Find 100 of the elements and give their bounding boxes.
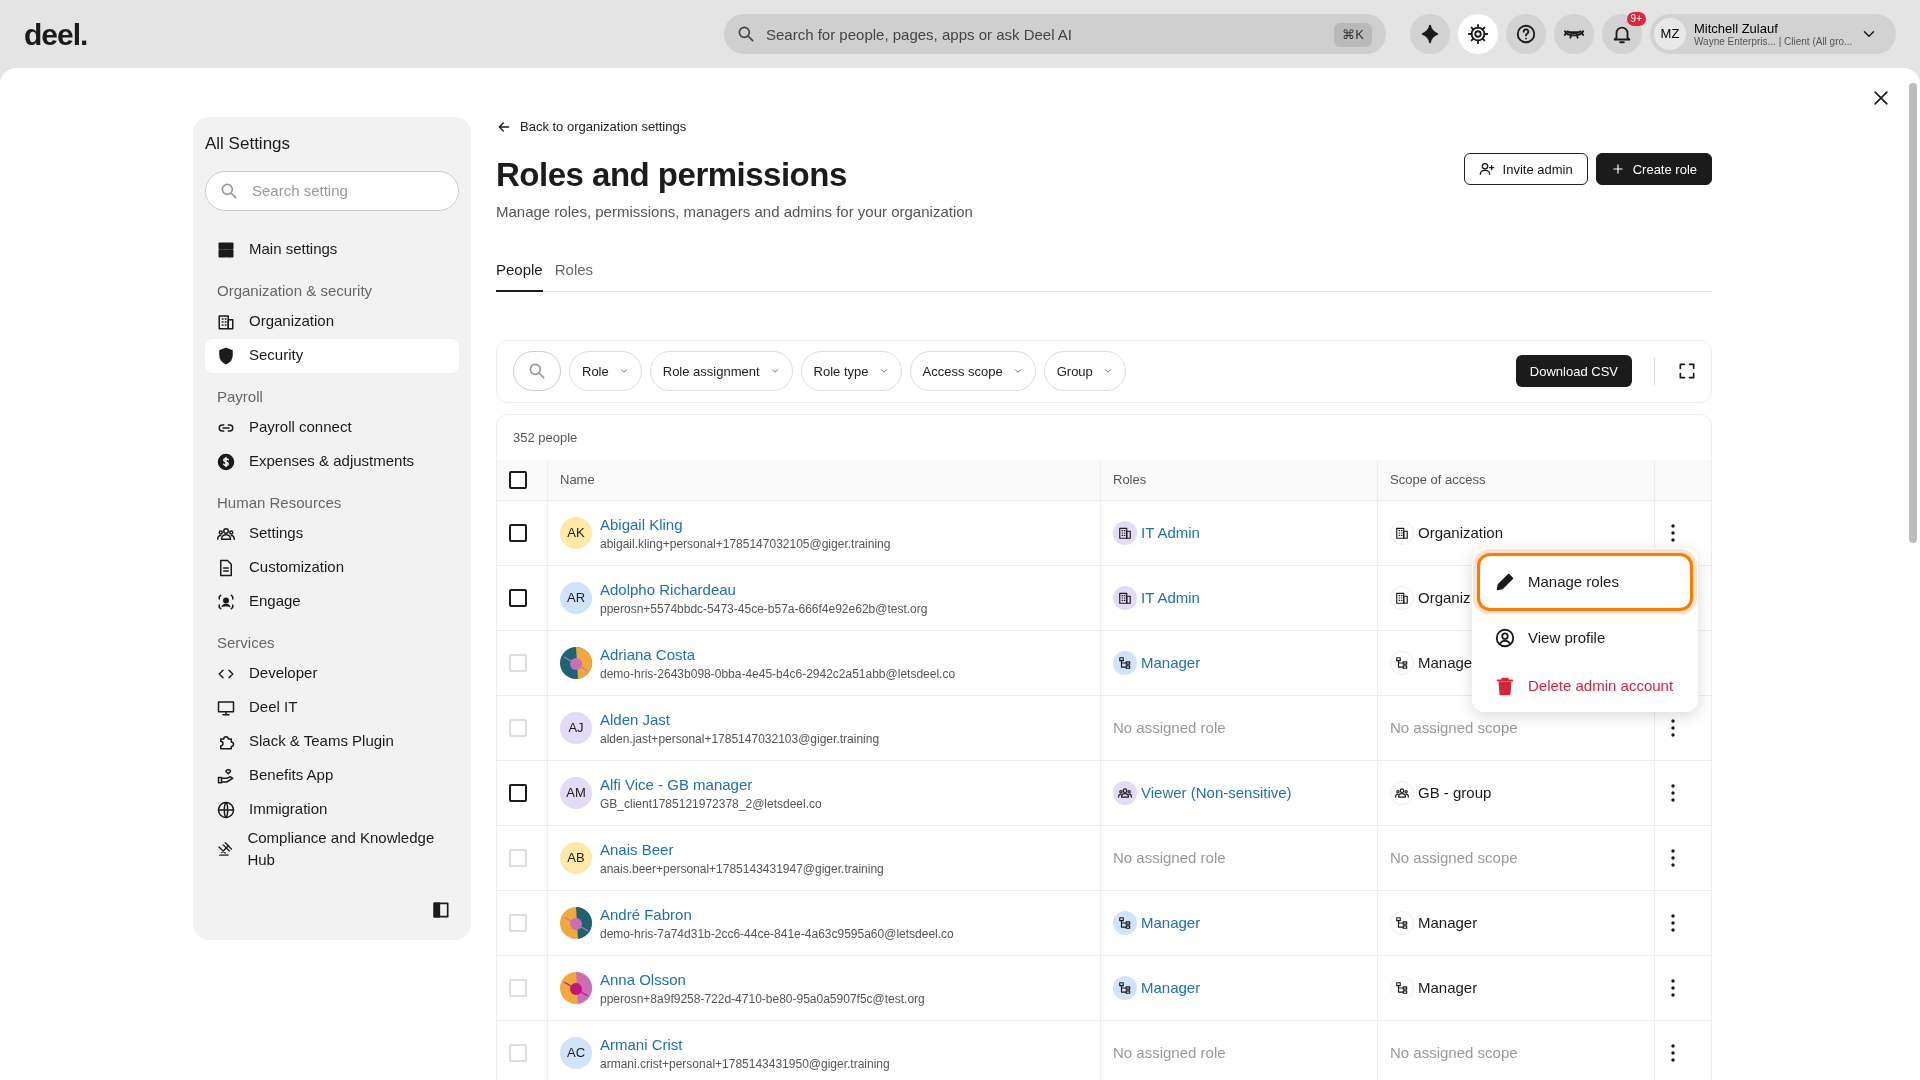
people-icon [1118,785,1132,800]
settings-icon [1467,23,1489,45]
avatar: AC [560,1036,592,1069]
sidebar-item[interactable]: Main settings [205,232,459,267]
profile-icon [1494,627,1516,649]
download-csv-button[interactable]: Download CSV [1515,355,1632,388]
person-email: pperosn+8a9f9258-722d-4710-be80-95a0a5907f5c@test.org [600,991,925,1008]
filter-dropdown[interactable]: Role [569,351,642,392]
help-icon [1515,23,1537,45]
person-name-link[interactable]: Alfi Vice - GB manager [600,775,753,793]
sidebar-item[interactable]: Developer [205,656,459,691]
logo[interactable]: deel. [24,17,88,51]
section-heading: Human Resources [216,493,343,514]
sidebar-item[interactable]: Benefits App [205,758,459,793]
trash-icon [1494,675,1516,697]
person-name-link[interactable]: André Fabron [600,905,692,923]
avatar: AJ [560,711,592,744]
tab[interactable]: People [496,259,543,292]
kebab-icon [1671,783,1675,802]
person-name-link[interactable]: Abigail Kling [600,515,683,533]
hierarchy-icon [1118,915,1132,930]
person-name-link[interactable]: Adolpho Richardeau [600,580,736,598]
person-email: pperosn+5574bbdc-5473-45ce-b57a-666f4e92e62b@test.org [600,601,928,618]
avatar: AK [560,516,592,549]
search-field[interactable]: Search setting [205,170,459,211]
section-heading: Services [216,633,276,654]
hand-heart-icon [217,766,235,785]
sidebar-item[interactable]: Payroll connect [205,410,459,445]
section-heading: Organization & security [216,281,374,302]
scrollbar-thumb[interactable] [1909,83,1917,543]
sidebar-item[interactable]: Security [205,338,459,373]
kebab-icon [1671,913,1675,932]
sidebar-item[interactable]: Slack & Teams Plugin [205,724,459,759]
building-icon [1395,590,1409,605]
sparkle-icon [1419,23,1441,45]
document-icon [217,558,235,577]
hierarchy-icon [1395,980,1409,995]
account-menu[interactable]: MZ Mitchell Zulauf Wayne Enterpris... | Client (All gro... [1650,14,1896,54]
shield-icon [217,346,235,365]
settings-button[interactable] [1458,14,1498,54]
gavel-icon [217,840,234,858]
scope-text: Manager [1418,977,1478,998]
person-name-link[interactable]: Anais Beer [600,840,674,858]
avatar: AM [560,776,592,809]
sidebar-item[interactable]: Organization [205,304,459,339]
hierarchy-icon [1118,980,1132,995]
checkbox[interactable] [509,470,527,489]
tab[interactable]: Roles [554,259,594,292]
filter-dropdown[interactable]: Role type [800,351,902,392]
filter-dropdown[interactable]: Access scope [909,351,1036,392]
fullscreen-button[interactable] [1677,361,1697,382]
person-name-link[interactable]: Anna Olsson [600,970,686,988]
dollar-icon [217,452,235,471]
help-button[interactable] [1506,14,1546,54]
sidebar-item[interactable]: Expenses & adjustments [205,444,459,479]
scope-text: Organiz [1418,587,1471,608]
role-link[interactable]: Manager [1141,651,1201,675]
scope-text: Manager [1418,912,1478,933]
sidebar-item[interactable]: Engage [205,584,459,619]
layout-icon [217,240,235,259]
role-link[interactable]: IT Admin [1141,586,1200,610]
filter-dropdown[interactable]: Group [1043,351,1126,392]
role-link[interactable]: Manager [1141,911,1201,935]
ai-button[interactable] [1410,14,1450,54]
shortcut-hint: ⌘K [1334,23,1372,47]
avatar: AB [560,841,592,874]
building-icon [1118,590,1132,605]
person-name-link[interactable]: Alden Jast [600,710,671,728]
checkbox[interactable] [509,588,527,607]
page-subtitle: Manage roles, permissions, managers and admins for your organization [496,201,973,222]
person-email: armani.crist+personal+1785143431950@giger.training [600,1056,890,1073]
kebab-icon [1671,978,1675,997]
invite-admin-button[interactable]: Invite admin [1463,153,1588,186]
sidebar-item[interactable]: Customization [205,550,459,585]
sidebar-item[interactable]: Deel IT [205,690,459,725]
scope-text: Manage [1418,652,1473,673]
column-header: Roles [1113,471,1147,490]
role-link[interactable]: Manager [1141,976,1201,1000]
checkbox[interactable] [509,523,527,542]
sidebar-item[interactable]: Immigration [205,792,459,827]
scope-text: No assigned scope [1390,1042,1518,1063]
create-role-button[interactable]: Create role [1595,153,1712,186]
sidebar-item[interactable]: Settings [205,516,459,551]
role-text: No assigned role [1113,847,1226,868]
person-email: GB_client1785121972378_2@letsdeel.co [600,796,822,813]
privacy-button[interactable] [1554,14,1594,54]
person-email: demo-hris-2643b098-0bba-4e45-b4c6-2942c2a51abb@letsdeel.co [600,666,956,683]
role-link[interactable]: Viewer (Non-sensitive) [1141,781,1292,805]
person-name-link[interactable]: Adriana Costa [600,645,696,663]
hierarchy-icon [1118,655,1132,670]
person-name-link[interactable]: Armani Crist [600,1035,683,1053]
back-link[interactable]: Back to organization settings [496,117,687,137]
building-icon [217,312,235,331]
kebab-icon [1671,848,1675,867]
expand-icon [1677,361,1697,382]
filter-dropdown[interactable]: Role assignment [649,351,793,392]
person-email: alden.jast+personal+1785147032103@giger.training [600,731,880,748]
sidebar-item[interactable]: Compliance and Knowledge Hub [205,826,459,872]
checkbox[interactable] [509,783,527,802]
role-link[interactable]: IT Admin [1141,521,1200,545]
